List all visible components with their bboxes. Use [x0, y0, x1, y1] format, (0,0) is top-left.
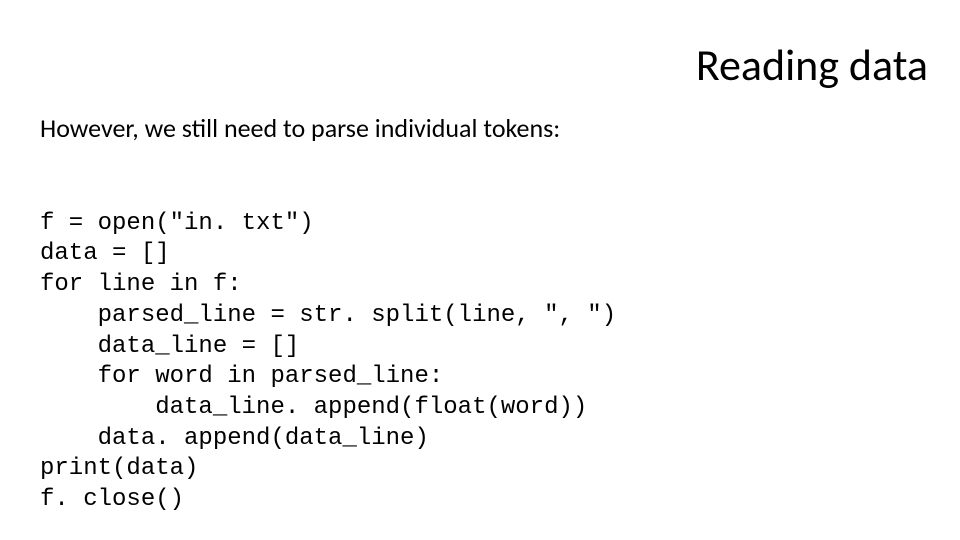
code-line: data = []: [40, 240, 170, 267]
code-line: data_line = []: [40, 333, 299, 360]
code-line: data_line. append(float(word)): [40, 394, 587, 421]
code-line: f. close(): [40, 486, 184, 513]
code-line: print(data): [40, 455, 198, 482]
slide-title: Reading data: [696, 38, 928, 92]
code-line: for line in f:: [40, 271, 242, 298]
slide-subtitle: However, we still need to parse individu…: [40, 112, 560, 144]
code-line: f = open("in. txt"): [40, 210, 314, 237]
slide: Reading data However, we still need to p…: [0, 0, 960, 540]
code-line: parsed_line = str. split(line, ", "): [40, 302, 616, 329]
code-line: data. append(data_line): [40, 425, 429, 452]
code-block: f = open("in. txt") data = [] for line i…: [40, 178, 616, 516]
code-line: for word in parsed_line:: [40, 363, 443, 390]
